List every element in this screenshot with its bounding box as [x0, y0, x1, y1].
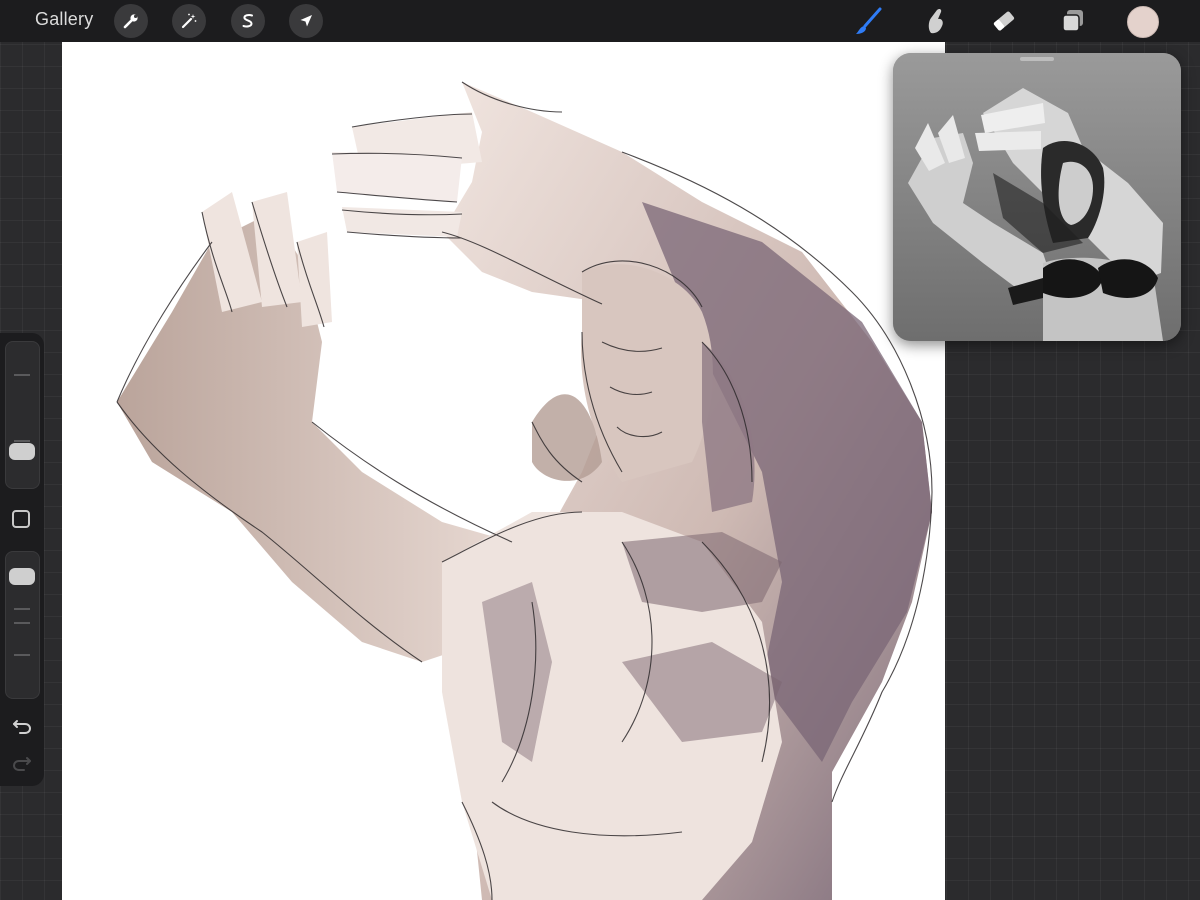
reference-window[interactable] [893, 53, 1181, 341]
selection-s-icon [242, 14, 253, 28]
top-toolbar: Gallery [0, 0, 1200, 42]
slider-tick [14, 622, 30, 624]
artwork-illustration [116, 81, 933, 900]
brush-size-thumb[interactable] [9, 442, 35, 460]
color-picker-swatch[interactable] [1127, 6, 1159, 38]
slider-tick [14, 654, 30, 656]
eraser-tool-button[interactable] [986, 3, 1022, 39]
smudge-finger-icon [928, 8, 943, 34]
eraser-icon [993, 11, 1015, 31]
left-sidebar [0, 333, 44, 786]
opacity-thumb[interactable] [9, 568, 35, 586]
opacity-slider[interactable] [5, 551, 40, 699]
transform-button[interactable] [289, 4, 323, 38]
drawing-canvas[interactable] [62, 42, 945, 900]
wrench-icon [123, 14, 138, 29]
slider-tick [14, 608, 30, 610]
undo-arrow-icon [13, 720, 32, 734]
reference-drag-handle[interactable] [1020, 57, 1054, 61]
actions-wrench-button[interactable] [114, 4, 148, 38]
brush-size-slider[interactable] [5, 341, 40, 489]
reference-photo [893, 53, 1181, 341]
brush-tool-button[interactable] [851, 3, 887, 39]
gallery-button[interactable]: Gallery [35, 9, 93, 30]
selection-button[interactable] [231, 4, 265, 38]
layers-icon [1062, 10, 1083, 32]
modify-button[interactable] [12, 510, 30, 528]
slider-tick [14, 440, 30, 442]
slider-tick [14, 374, 30, 376]
brush-icon [856, 7, 882, 34]
smudge-tool-button[interactable] [917, 3, 953, 39]
redo-button[interactable] [10, 751, 34, 775]
layers-tool-button[interactable] [1055, 3, 1091, 39]
arrow-cursor-icon [300, 15, 312, 27]
adjustments-button[interactable] [172, 4, 206, 38]
redo-arrow-icon [12, 757, 31, 771]
undo-button[interactable] [10, 714, 34, 738]
magic-wand-icon [181, 13, 197, 29]
